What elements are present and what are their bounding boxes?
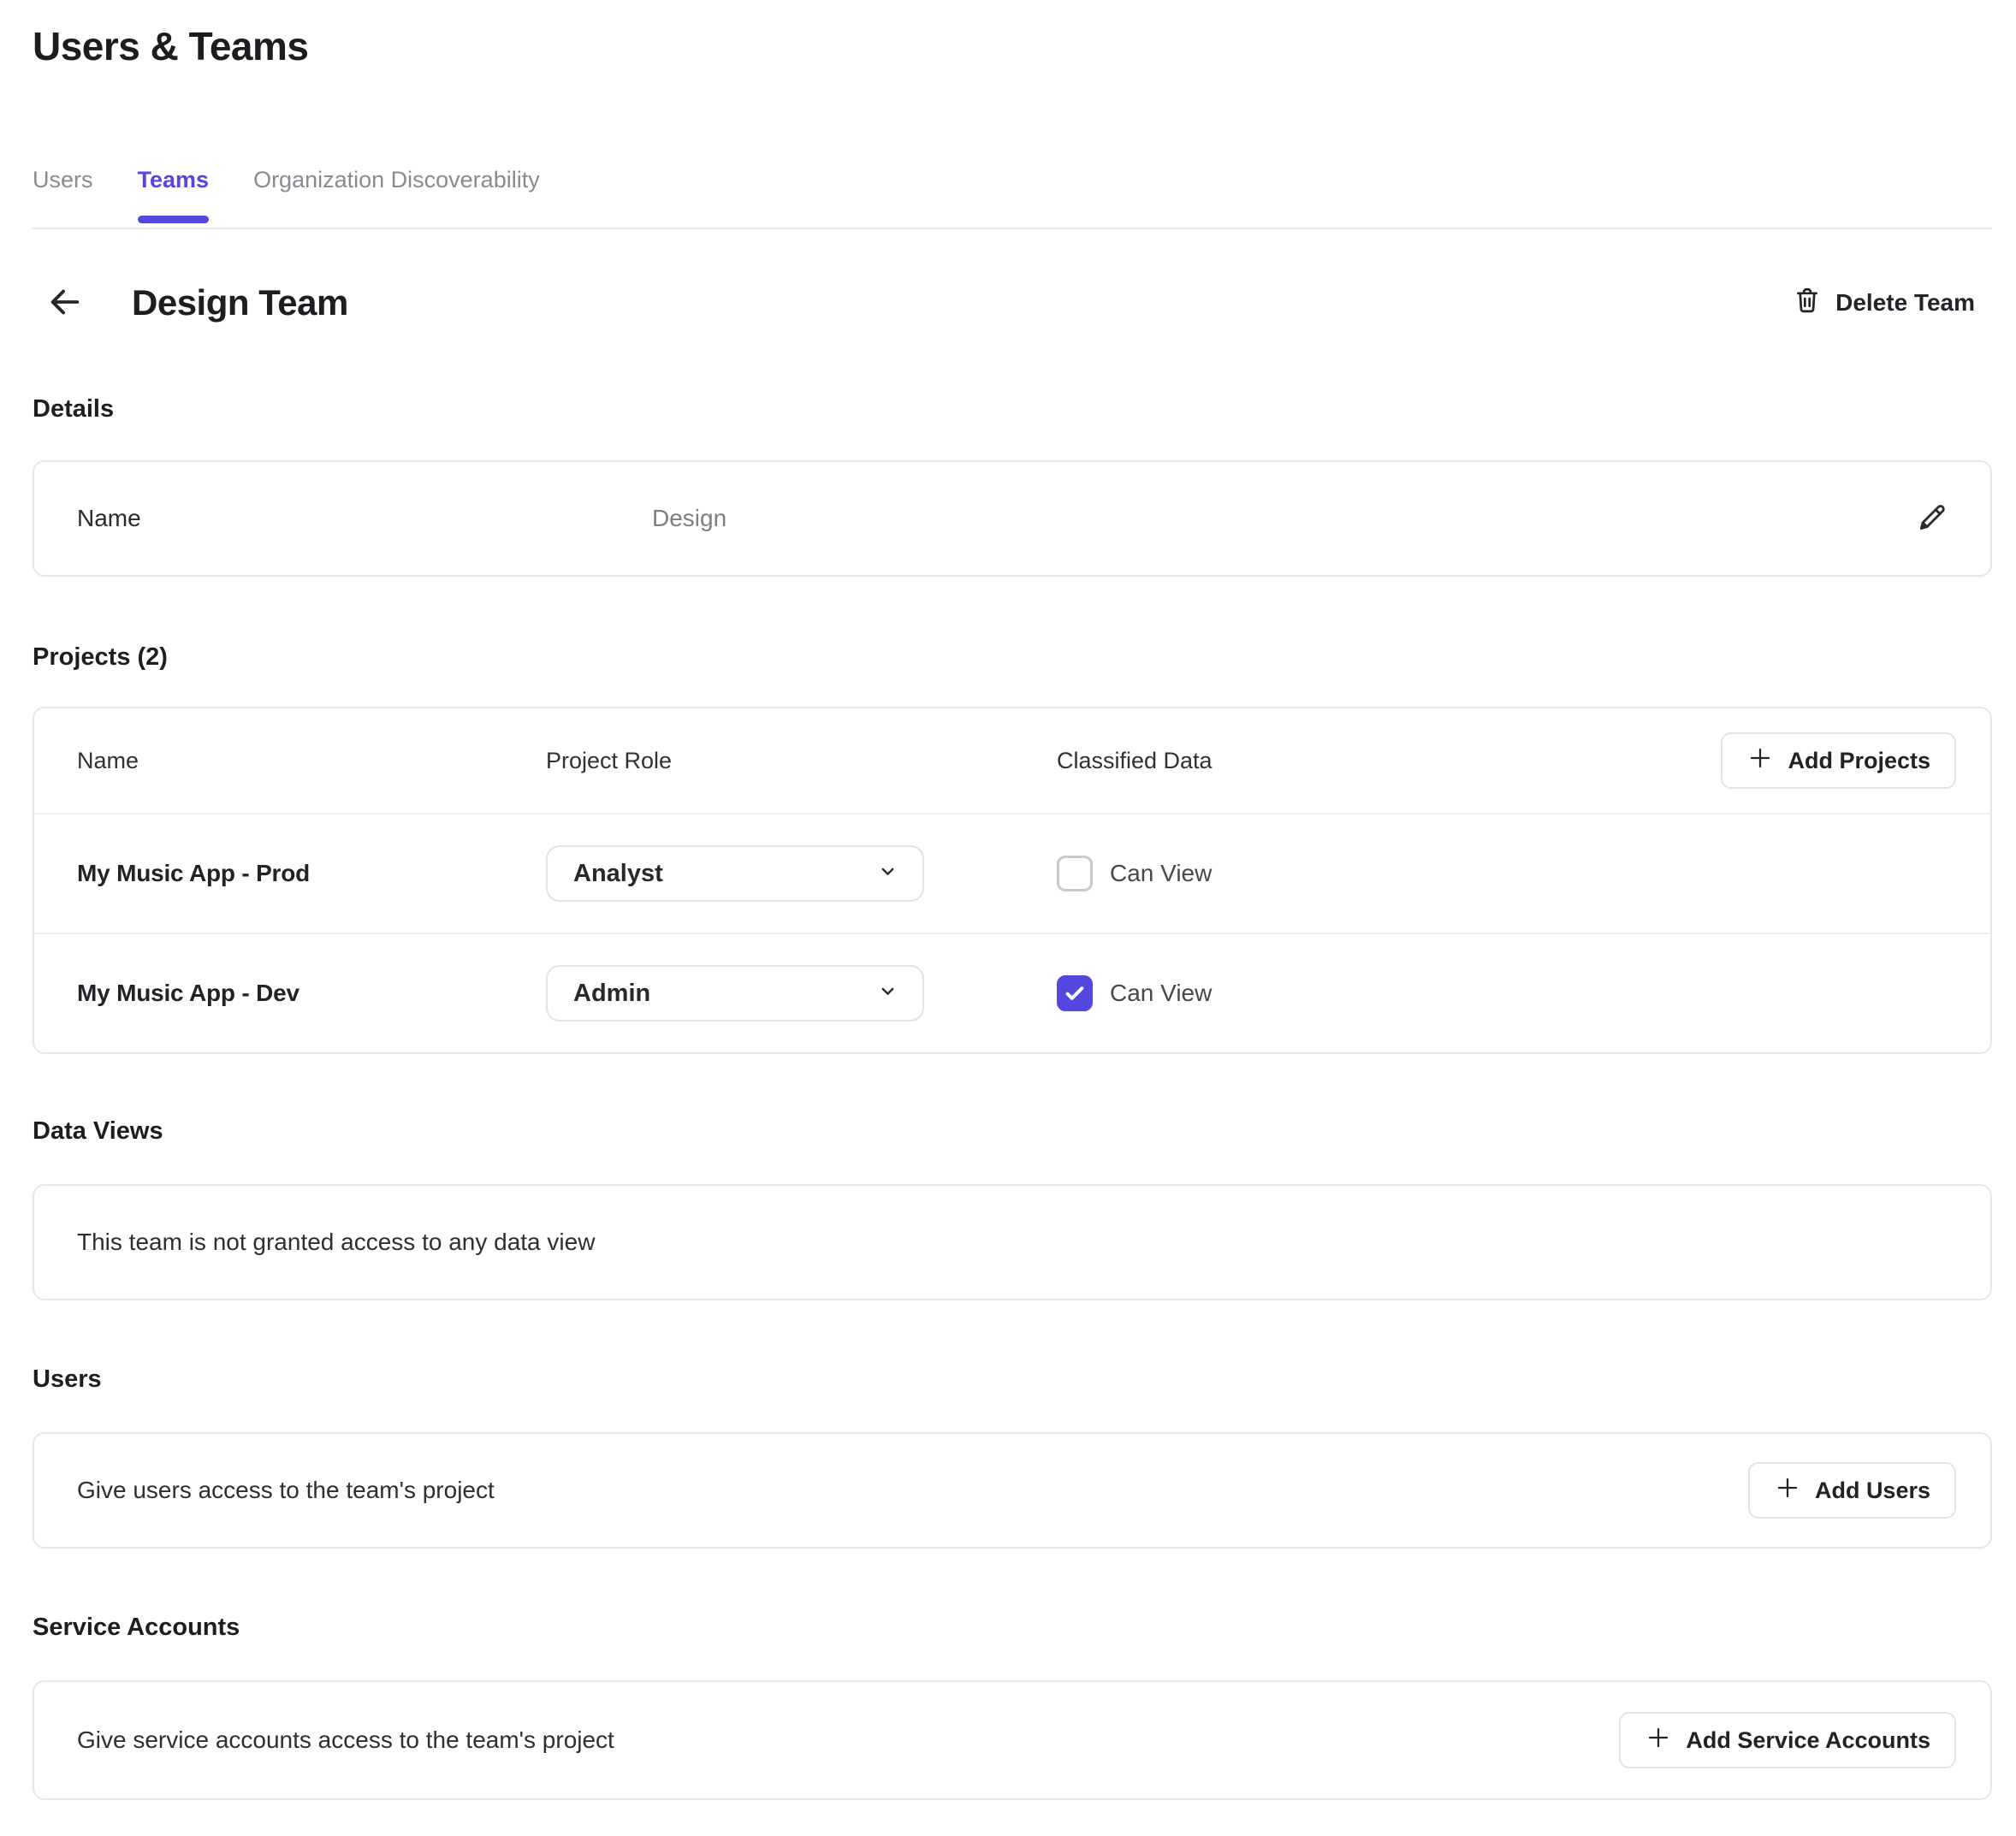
plus-icon (1645, 1724, 1672, 1757)
can-view-checkbox[interactable] (1057, 975, 1093, 1011)
tab-teams[interactable]: Teams (138, 166, 210, 228)
can-view-label: Can View (1110, 860, 1212, 887)
page-title: Users & Teams (33, 22, 1992, 70)
tab-users[interactable]: Users (33, 166, 93, 228)
details-heading: Details (33, 394, 1992, 424)
project-row: My Music App - Dev Admin Ca (34, 933, 1990, 1052)
plus-icon (1746, 744, 1774, 778)
column-header-classified-data: Classified Data (1057, 748, 1721, 774)
add-service-accounts-button[interactable]: Add Service Accounts (1619, 1712, 1956, 1768)
service-accounts-description: Give service accounts access to the team… (77, 1726, 614, 1754)
project-name: My Music App - Dev (77, 980, 546, 1007)
project-name: My Music App - Prod (77, 860, 546, 887)
users-teams-page: Users & Teams Users Teams Organization D… (0, 22, 2016, 1836)
chevron-down-icon (877, 980, 898, 1006)
project-role-value: Admin (573, 980, 650, 1008)
projects-card: Name Project Role Classified Data Add Pr… (33, 707, 1992, 1054)
users-description: Give users access to the team's project (77, 1477, 495, 1504)
data-views-heading: Data Views (33, 1116, 1992, 1146)
pencil-icon (1916, 501, 1948, 536)
details-card: Name Design (33, 460, 1992, 577)
name-label: Name (77, 505, 652, 532)
projects-heading: Projects (2) (33, 642, 1992, 672)
trash-icon (1793, 285, 1822, 322)
data-views-empty-text: This team is not granted access to any d… (77, 1229, 595, 1256)
service-accounts-card: Give service accounts access to the team… (33, 1680, 1992, 1800)
delete-team-label: Delete Team (1835, 289, 1975, 317)
users-heading: Users (33, 1364, 1992, 1395)
arrow-left-icon (45, 282, 85, 324)
project-row: My Music App - Prod Analyst (34, 813, 1990, 933)
column-header-project-role: Project Role (546, 748, 1057, 774)
add-service-accounts-label: Add Service Accounts (1686, 1727, 1930, 1754)
project-role-select[interactable]: Admin (546, 965, 924, 1022)
add-projects-label: Add Projects (1788, 748, 1930, 774)
tab-organization-discoverability[interactable]: Organization Discoverability (253, 166, 540, 228)
data-views-card: This team is not granted access to any d… (33, 1184, 1992, 1300)
add-users-button[interactable]: Add Users (1748, 1462, 1956, 1519)
add-users-label: Add Users (1815, 1478, 1930, 1504)
tab-bar: Users Teams Organization Discoverability (33, 166, 1992, 229)
add-projects-button[interactable]: Add Projects (1721, 732, 1956, 789)
project-role-value: Analyst (573, 860, 663, 888)
project-role-select[interactable]: Analyst (546, 845, 924, 902)
delete-team-button[interactable]: Delete Team (1793, 285, 1975, 322)
can-view-checkbox[interactable] (1057, 856, 1093, 891)
users-card: Give users access to the team's project … (33, 1432, 1992, 1549)
projects-table-header: Name Project Role Classified Data Add Pr… (34, 708, 1990, 813)
back-button[interactable] (44, 282, 86, 323)
check-icon (1063, 981, 1087, 1005)
can-view-label: Can View (1110, 980, 1212, 1007)
plus-icon (1774, 1474, 1801, 1507)
name-value: Design (652, 505, 726, 532)
edit-name-button[interactable] (1913, 500, 1951, 537)
chevron-down-icon (877, 861, 898, 886)
team-title: Design Team (132, 281, 348, 325)
service-accounts-heading: Service Accounts (33, 1612, 1992, 1643)
column-header-name: Name (77, 748, 546, 774)
team-header: Design Team Delete Team (33, 281, 1992, 325)
